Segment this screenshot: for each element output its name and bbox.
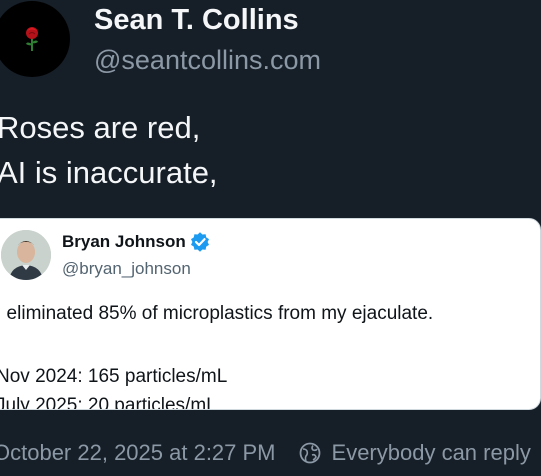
rose-icon xyxy=(26,27,38,51)
quoted-author-name[interactable]: Bryan Johnson xyxy=(62,232,186,252)
quoted-post-card[interactable]: Bryan Johnson @bryan_johnson I eliminate… xyxy=(0,218,541,410)
post-author-avatar[interactable] xyxy=(0,1,70,77)
post-text-line-1: Roses are red, xyxy=(0,110,201,145)
quoted-text-line-1: I eliminated 85% of microplastics from m… xyxy=(0,303,434,324)
author-name[interactable]: Sean T. Collins xyxy=(94,4,299,37)
quoted-author-avatar[interactable] xyxy=(1,230,51,280)
quoted-author-handle[interactable]: @bryan_johnson xyxy=(62,259,191,279)
author-handle[interactable]: @seantcollins.com xyxy=(94,45,321,76)
reply-audience-label[interactable]: Everybody can reply xyxy=(332,440,531,466)
avatar xyxy=(1,230,51,280)
quoted-text-line-3: July 2025: 20 particles/mL xyxy=(0,395,217,410)
quoted-text-line-2: Nov 2024: 165 particles/mL xyxy=(0,366,228,387)
post-footer: October 22, 2025 at 2:27 PM Everybody ca… xyxy=(0,440,531,466)
post-timestamp[interactable]: October 22, 2025 at 2:27 PM xyxy=(0,440,276,466)
verified-badge-icon xyxy=(190,232,209,252)
post-text-line-2: AI is inaccurate, xyxy=(0,155,218,190)
globe-icon xyxy=(298,441,322,465)
